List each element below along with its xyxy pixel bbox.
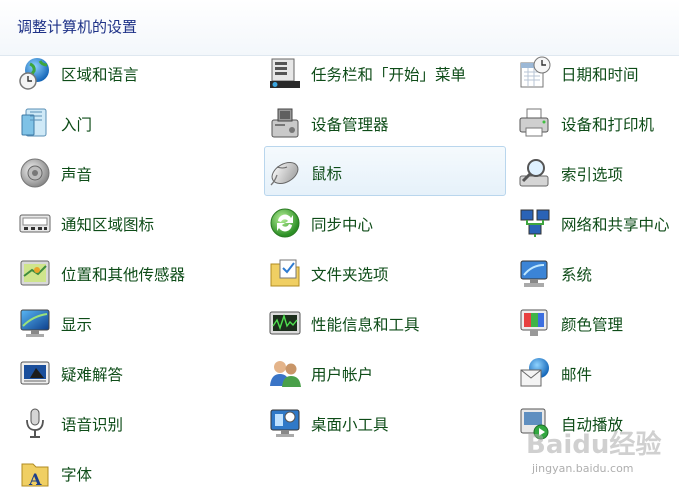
item-location-sensors[interactable]: 位置和其他传感器	[14, 248, 256, 296]
item-label: 字体	[61, 466, 93, 484]
item-getting-started[interactable]: 入门	[14, 98, 256, 146]
item-label: 显示	[61, 316, 93, 334]
item-label: 设备管理器	[311, 116, 389, 134]
getting-started-icon	[18, 106, 52, 140]
item-taskbar-start-menu[interactable]: 任务栏和「开始」菜单	[264, 48, 506, 96]
user-accounts-icon	[268, 356, 302, 390]
item-label: 通知区域图标	[61, 216, 155, 234]
item-desktop-gadgets[interactable]: 桌面小工具	[264, 398, 506, 446]
item-mail[interactable]: 邮件	[514, 348, 679, 396]
item-label: 任务栏和「开始」菜单	[311, 66, 467, 84]
globe-clock-icon	[18, 56, 52, 90]
location-sensor-icon	[18, 256, 52, 290]
item-label: 疑难解答	[61, 366, 124, 384]
item-label: 桌面小工具	[311, 416, 389, 434]
gadgets-icon	[268, 406, 302, 440]
fonts-icon: A	[18, 456, 52, 490]
item-devices-printers[interactable]: 设备和打印机	[514, 98, 679, 146]
item-sound[interactable]: 声音	[14, 148, 256, 196]
item-label: 邮件	[561, 366, 593, 384]
taskbar-icon	[268, 56, 302, 90]
item-label: 入门	[61, 116, 93, 134]
system-icon	[518, 256, 552, 290]
microphone-icon	[18, 406, 52, 440]
item-network-sharing[interactable]: 网络和共享中心	[514, 198, 679, 246]
item-folder-options[interactable]: 文件夹选项	[264, 248, 506, 296]
calendar-clock-icon	[518, 56, 552, 90]
color-management-icon	[518, 306, 552, 340]
watermark: Baidu经验 jingyan.baidu.com	[506, 412, 676, 490]
performance-icon	[268, 306, 302, 340]
item-label: 语音识别	[61, 416, 124, 434]
item-troubleshooting[interactable]: 疑难解答	[14, 348, 256, 396]
mouse-icon	[268, 155, 302, 189]
svg-text:A: A	[28, 470, 42, 489]
sync-icon	[268, 206, 302, 240]
troubleshooting-icon	[18, 356, 52, 390]
item-sync-center[interactable]: 同步中心	[264, 198, 506, 246]
item-speech-recognition[interactable]: 语音识别	[14, 398, 256, 446]
watermark-logo: Baidu经验	[526, 430, 662, 460]
item-label: 鼠标	[311, 165, 343, 183]
item-label: 用户帐户	[311, 366, 374, 384]
item-performance[interactable]: 性能信息和工具	[264, 298, 506, 346]
item-label: 索引选项	[561, 166, 624, 184]
item-label: 颜色管理	[561, 316, 624, 334]
item-label: 性能信息和工具	[311, 316, 420, 334]
item-system[interactable]: 系统	[514, 248, 679, 296]
item-device-manager[interactable]: 设备管理器	[264, 98, 506, 146]
item-label: 系统	[561, 266, 593, 284]
notification-area-icon	[18, 206, 52, 240]
folder-options-icon	[268, 256, 302, 290]
item-label: 日期和时间	[561, 66, 639, 84]
device-manager-icon	[268, 106, 302, 140]
printer-icon	[518, 106, 552, 140]
item-label: 设备和打印机	[561, 116, 655, 134]
item-fonts[interactable]: A 字体	[14, 448, 256, 496]
item-notification-area[interactable]: 通知区域图标	[14, 198, 256, 246]
watermark-url: jingyan.baidu.com	[532, 462, 634, 475]
mail-icon	[518, 356, 552, 390]
item-display[interactable]: 显示	[14, 298, 256, 346]
item-region-language[interactable]: 区域和语言	[14, 48, 256, 96]
item-label: 位置和其他传感器	[61, 266, 186, 284]
display-icon	[18, 306, 52, 340]
item-label: 文件夹选项	[311, 266, 389, 284]
speaker-icon	[18, 156, 52, 190]
item-user-accounts[interactable]: 用户帐户	[264, 348, 506, 396]
item-label: 同步中心	[311, 216, 374, 234]
item-label: 声音	[61, 166, 93, 184]
item-indexing-options[interactable]: 索引选项	[514, 148, 679, 196]
network-icon	[518, 206, 552, 240]
item-mouse[interactable]: 鼠标	[264, 146, 506, 196]
item-label: 区域和语言	[61, 66, 139, 84]
item-label: 网络和共享中心	[561, 216, 670, 234]
item-date-time[interactable]: 日期和时间	[514, 48, 679, 96]
magnifier-icon	[518, 156, 552, 190]
item-color-management[interactable]: 颜色管理	[514, 298, 679, 346]
